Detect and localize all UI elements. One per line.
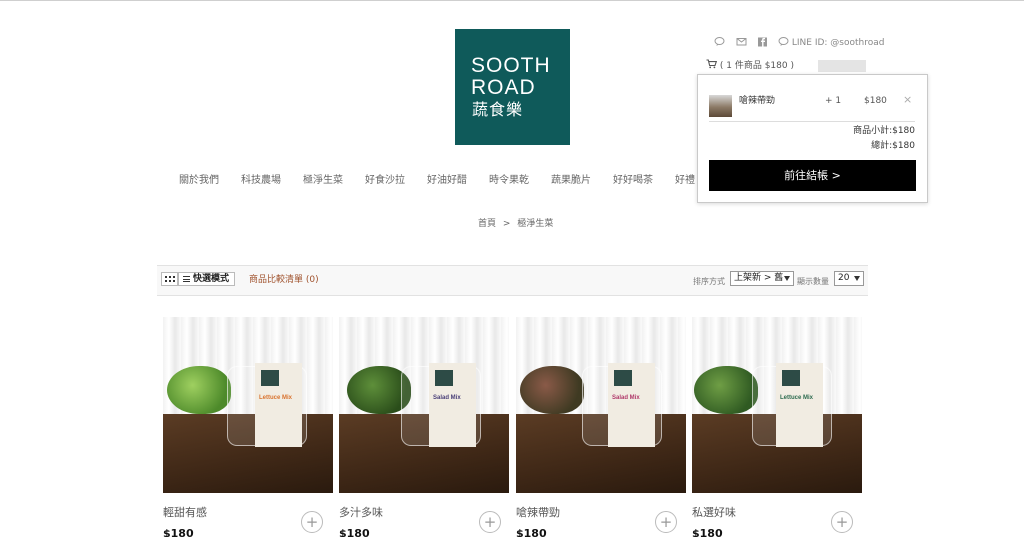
nav-item-tea[interactable]: 好好喝茶 <box>613 175 653 187</box>
quick-mode-button[interactable]: 快選模式 <box>178 272 235 286</box>
chevron-down-icon <box>854 276 860 281</box>
list-view-icon <box>183 276 190 282</box>
top-divider <box>0 0 1024 1</box>
grid-view-icon[interactable] <box>161 272 178 286</box>
line-id-text: LINE ID: @soothroad <box>791 38 885 48</box>
nav-item-salad[interactable]: 好食沙拉 <box>365 175 405 187</box>
product-image[interactable]: Lettuce Mix <box>163 317 333 493</box>
cart-dropdown: 嗆辣帶勁 + 1 $180 × 商品小計:$180 總計:$180 前往結帳 > <box>697 74 928 203</box>
nav-item-oil-vinegar[interactable]: 好油好醋 <box>427 175 467 187</box>
compare-list-link[interactable]: 商品比較清單 (0) <box>249 274 319 286</box>
breadcrumb-separator: > <box>502 219 511 229</box>
product-image[interactable]: Salad Mix <box>516 317 686 493</box>
chevron-down-icon <box>784 276 790 281</box>
remove-item-icon[interactable]: × <box>903 93 912 107</box>
logo-line-2: ROAD <box>471 76 536 99</box>
product-name[interactable]: 私選好味 <box>692 506 736 520</box>
product-price: $180 <box>339 527 370 537</box>
sort-select[interactable]: 上架新 > 舊 <box>730 271 794 286</box>
cart-summary[interactable]: ( 1 件商品 $180 ) <box>706 59 794 73</box>
nav-item-chips[interactable]: 蔬果脆片 <box>551 175 591 187</box>
product-name[interactable]: 嗆辣帶勁 <box>516 506 560 520</box>
add-to-cart-plus-icon[interactable]: + <box>831 511 853 533</box>
breadcrumb-current[interactable]: 極淨生菜 <box>517 219 553 229</box>
product-card: Salad Mix 多汁多味 $180 + <box>339 317 509 537</box>
product-name[interactable]: 輕甜有感 <box>163 506 207 520</box>
add-to-cart-plus-icon[interactable]: + <box>301 511 323 533</box>
package-label: Salad Mix <box>433 394 461 401</box>
logo-line-3: 蔬食樂 <box>472 100 524 119</box>
dropdown-divider <box>709 121 915 122</box>
breadcrumb: 首頁 > 極淨生菜 <box>478 218 553 230</box>
cart-item-qty: + 1 <box>825 96 842 106</box>
product-price: $180 <box>692 527 723 537</box>
cart-total: 總計:$180 <box>871 141 915 151</box>
brand-logo[interactable]: SOOTH ROAD 蔬食樂 <box>455 29 570 145</box>
cart-subtotal: 商品小計:$180 <box>853 126 915 136</box>
breadcrumb-home[interactable]: 首頁 <box>478 219 496 229</box>
product-image[interactable]: Lettuce Mix <box>692 317 862 493</box>
product-card: Lettuce Mix 輕甜有感 $180 + <box>163 317 333 537</box>
cart-item-price: $180 <box>864 96 887 106</box>
product-price: $180 <box>163 527 194 537</box>
package-label: Lettuce Mix <box>780 394 814 401</box>
nav-item-tech-farm[interactable]: 科技農場 <box>241 175 281 187</box>
nav-item-clean-greens[interactable]: 極淨生菜 <box>303 175 343 187</box>
checkout-button[interactable]: 前往結帳 > <box>709 160 916 191</box>
chat-icon[interactable] <box>714 36 725 50</box>
listing-toolbar: 快選模式 商品比較清單 (0) 排序方式 上架新 > 舊 顯示數量 20 <box>157 265 868 296</box>
show-count-select[interactable]: 20 <box>834 271 864 286</box>
account-name-redacted[interactable] <box>818 60 866 72</box>
cart-item-thumbnail[interactable] <box>709 95 732 117</box>
product-price: $180 <box>516 527 547 537</box>
sort-value: 上架新 > 舊 <box>734 273 784 283</box>
nav-item-about[interactable]: 關於我們 <box>179 175 219 187</box>
product-name[interactable]: 多汁多味 <box>339 506 383 520</box>
sort-label: 排序方式 <box>693 277 725 286</box>
logo-line-1: SOOTH <box>471 54 551 77</box>
nav-item-dried-fruit[interactable]: 時令果乾 <box>489 175 529 187</box>
mail-icon[interactable] <box>736 36 747 50</box>
line-link[interactable]: LINE ID: @soothroad <box>778 36 884 50</box>
package-label: Salad Mix <box>612 394 640 401</box>
show-count-label: 顯示數量 <box>797 277 829 286</box>
facebook-icon[interactable] <box>757 36 768 50</box>
product-card: Lettuce Mix 私選好味 $180 + <box>692 317 862 537</box>
line-icon <box>778 37 789 46</box>
add-to-cart-plus-icon[interactable]: + <box>655 511 677 533</box>
add-to-cart-plus-icon[interactable]: + <box>479 511 501 533</box>
show-count-value: 20 <box>838 273 850 283</box>
package-label: Lettuce Mix <box>259 394 293 401</box>
cart-item-name[interactable]: 嗆辣帶勁 <box>739 95 775 107</box>
quick-mode-label: 快選模式 <box>193 274 230 284</box>
product-image[interactable]: Salad Mix <box>339 317 509 493</box>
cart-icon <box>706 59 718 69</box>
product-card: Salad Mix 嗆辣帶勁 $180 + <box>516 317 686 537</box>
nav-item-gifts[interactable]: 好禮 <box>675 175 695 187</box>
cart-summary-text: ( 1 件商品 $180 ) <box>719 61 794 71</box>
